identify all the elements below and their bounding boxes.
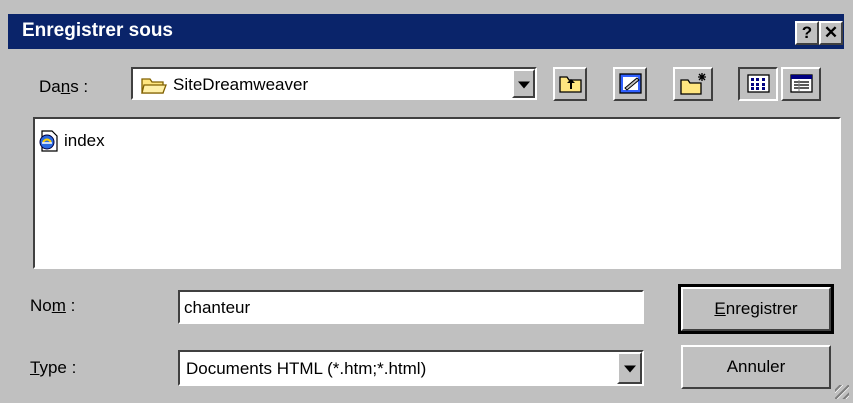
location-combo[interactable]: SiteDreamweaver	[131, 67, 537, 100]
location-dropdown-button[interactable]	[512, 69, 535, 98]
close-button[interactable]: ✕	[819, 21, 843, 45]
filetype-value: Documents HTML (*.htm;*.html)	[186, 359, 427, 378]
filename-input[interactable]: chanteur	[178, 290, 644, 324]
new-folder-icon	[680, 72, 710, 101]
web-folder-button[interactable]	[613, 67, 647, 101]
folder-icon	[141, 75, 167, 100]
up-one-level-icon	[559, 74, 583, 99]
list-view-icon	[747, 74, 771, 99]
title-bar[interactable]: Enregistrer sous ? ✕	[8, 14, 844, 49]
file-name: index	[64, 131, 105, 150]
resize-grip[interactable]	[835, 385, 849, 399]
filetype-dropdown-button[interactable]	[617, 352, 642, 384]
location-label: Dans :	[39, 77, 89, 96]
web-folder-icon	[619, 73, 643, 100]
window-title: Enregistrer sous	[22, 20, 173, 41]
details-view-icon	[790, 74, 814, 99]
file-list[interactable]: index	[33, 117, 841, 269]
chevron-down-icon	[623, 365, 636, 373]
new-folder-button[interactable]	[673, 67, 713, 101]
filename-label: Nom :	[30, 296, 76, 315]
filetype-label: Type :	[30, 358, 77, 377]
filetype-select[interactable]: Documents HTML (*.htm;*.html)	[178, 350, 644, 386]
up-one-level-button[interactable]	[553, 67, 587, 101]
list-view-button[interactable]	[738, 67, 778, 101]
help-button[interactable]: ?	[795, 21, 819, 45]
chevron-down-icon	[517, 81, 530, 89]
save-as-dialog: Enregistrer sous ? ✕ Dans : SiteDreamwea…	[0, 0, 853, 403]
filename-value: chanteur	[184, 298, 251, 317]
details-view-button[interactable]	[781, 67, 821, 101]
html-document-icon	[38, 130, 60, 157]
location-value: SiteDreamweaver	[173, 75, 309, 94]
save-button[interactable]: Enregistrer	[678, 284, 834, 334]
cancel-button[interactable]: Annuler	[681, 345, 831, 389]
